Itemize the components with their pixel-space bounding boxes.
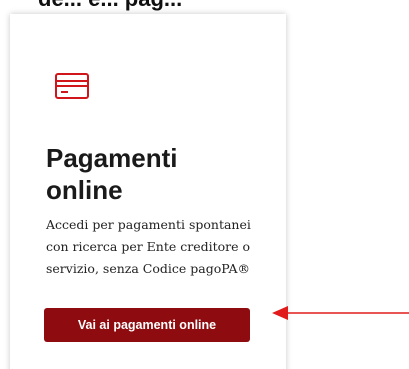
card-title-line1: Pagamenti xyxy=(46,143,178,173)
credit-card-icon xyxy=(55,73,89,99)
payment-card: Pagamenti online Accedi per pagamenti sp… xyxy=(10,14,286,369)
online-payments-button[interactable]: Vai ai pagamenti online xyxy=(44,308,250,342)
card-title: Pagamenti online xyxy=(46,142,266,206)
annotation-arrow-icon xyxy=(272,306,409,320)
page: de... e... pag... Pagamenti online Acced… xyxy=(0,0,409,369)
card-title-line2: online xyxy=(46,175,123,205)
cropped-heading-text: de... e... pag... xyxy=(38,0,182,12)
card-description: Accedi per pagamenti spontanei con ricer… xyxy=(46,217,251,276)
